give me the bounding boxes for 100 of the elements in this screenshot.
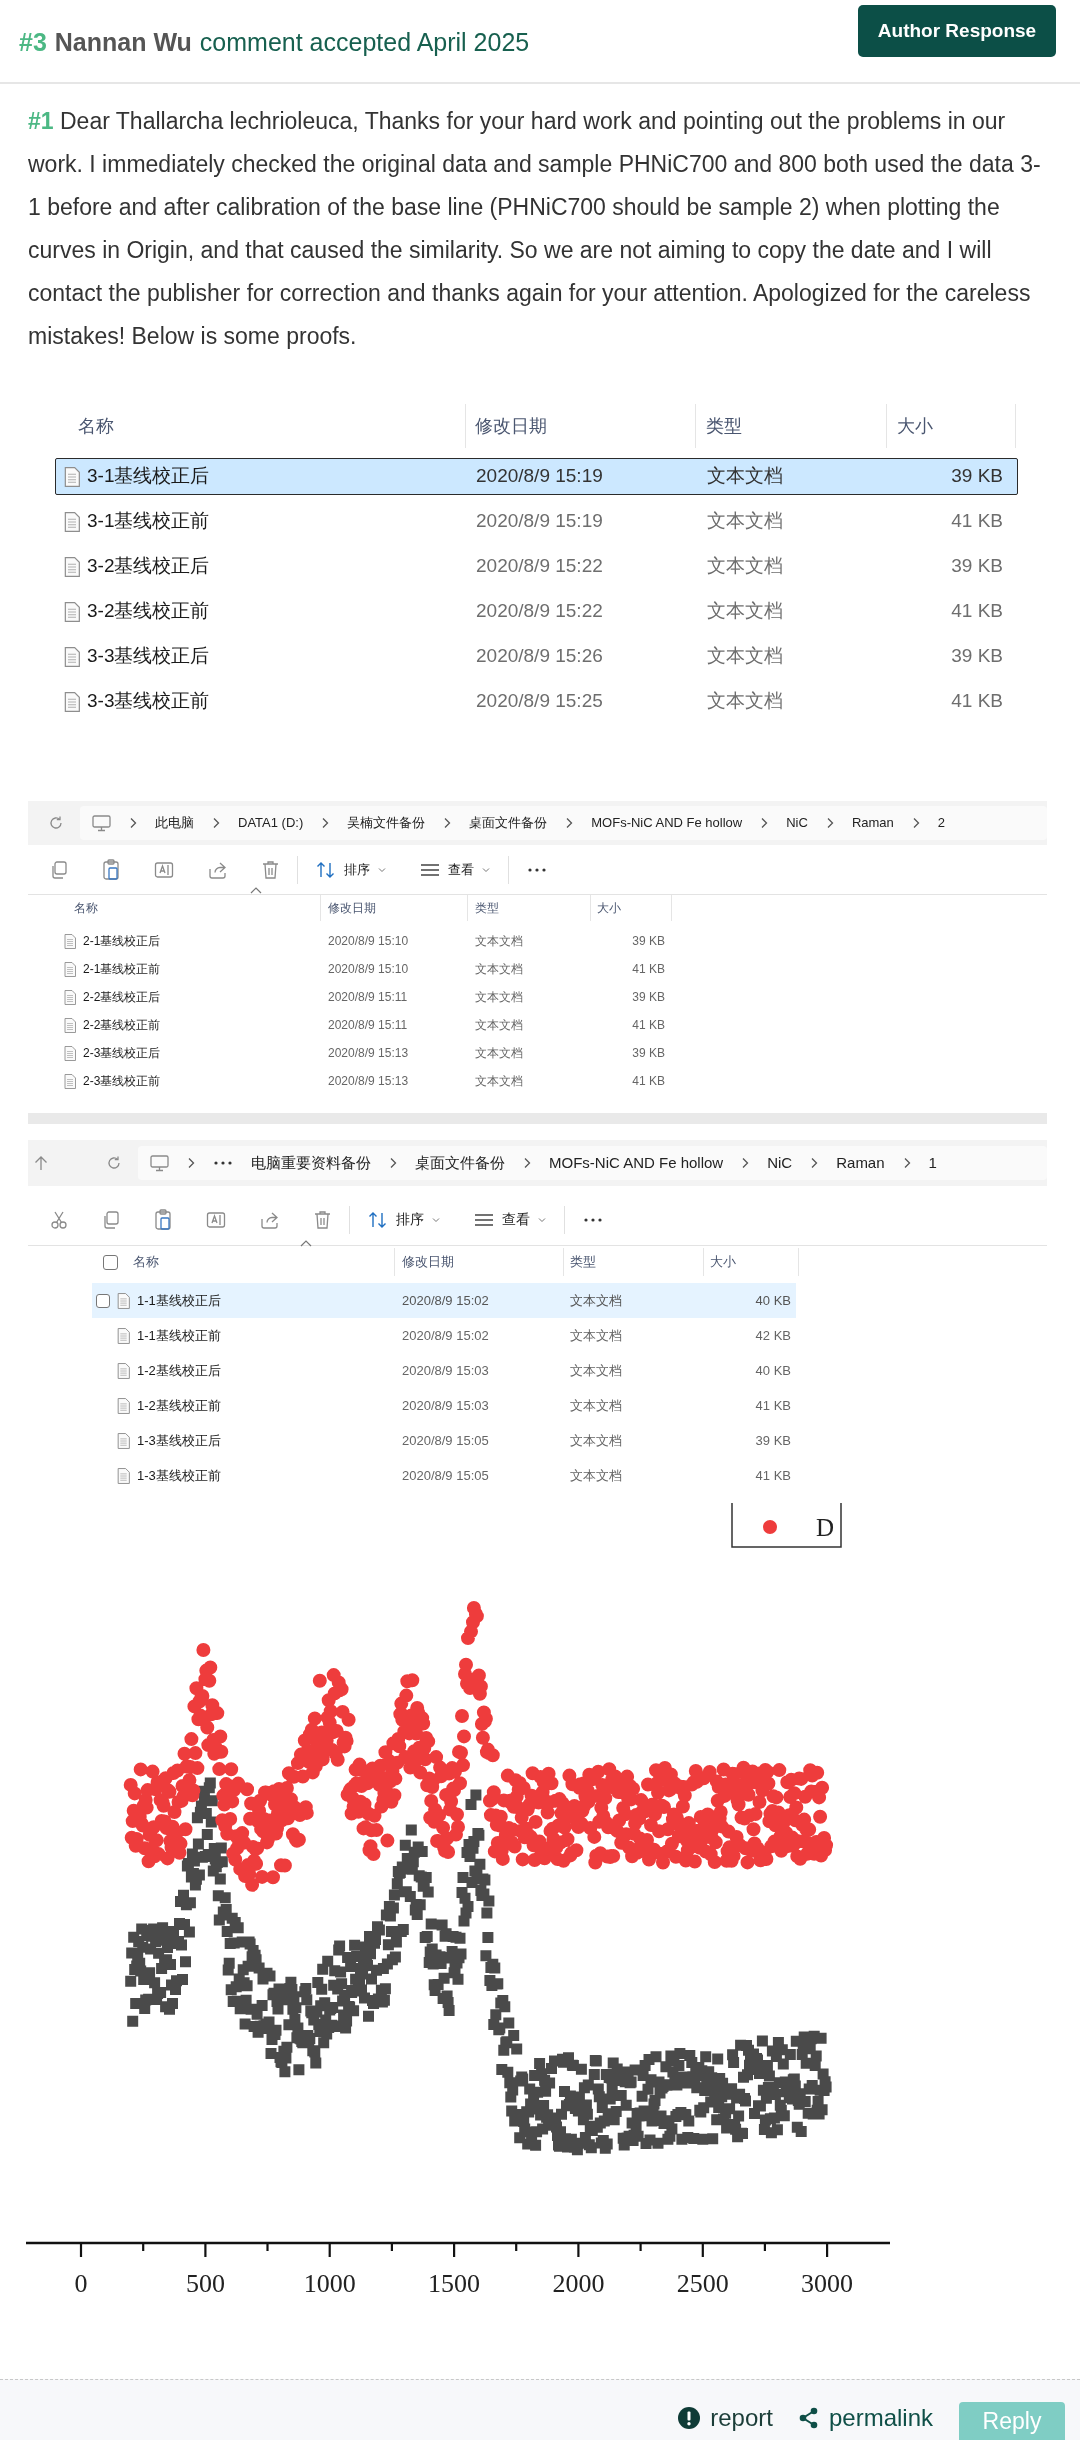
refresh-icon[interactable] [48, 815, 64, 831]
breadcrumb-item[interactable]: 电脑重要资料备份 [251, 1151, 371, 1175]
cut-icon[interactable] [50, 1209, 68, 1230]
sort-icon[interactable] [316, 860, 336, 879]
file-row[interactable]: 3-2基线校正后 2020/8/9 15:22 文本文档 39 KB [55, 548, 1018, 585]
rename-icon[interactable] [206, 1209, 226, 1230]
file-icon [64, 961, 76, 977]
breadcrumb-item[interactable]: 桌面文件备份 [415, 1151, 505, 1175]
select-all-checkbox[interactable] [103, 1254, 118, 1270]
file-date: 2020/8/9 15:19 [476, 464, 603, 489]
copy-icon[interactable] [102, 1209, 120, 1230]
more-icon[interactable] [213, 1160, 233, 1166]
more-icon[interactable] [583, 1216, 603, 1223]
breadcrumb-item[interactable]: 吴楠文件备份 [347, 813, 426, 833]
file-row[interactable]: 2-3基线校正前 2020/8/9 15:13 文本文档 41 KB [60, 1067, 672, 1095]
chevron-icon [760, 817, 769, 829]
delete-icon[interactable] [314, 1209, 331, 1230]
column-header[interactable]: 类型 [706, 412, 742, 440]
sort-button[interactable]: 排序 [316, 859, 386, 880]
column-header[interactable]: 修改日期 [328, 899, 376, 917]
breadcrumb-item[interactable]: Raman [851, 813, 894, 833]
report-link[interactable]: report [678, 2400, 773, 2436]
breadcrumb-item[interactable]: DATA1 (D:) [238, 813, 304, 833]
file-row[interactable]: 1-3基线校正后 2020/8/9 15:05 文本文档 39 KB [92, 1423, 796, 1458]
paste-icon[interactable] [102, 858, 120, 881]
column-header[interactable]: 大小 [710, 1252, 736, 1272]
sort-icon[interactable] [368, 1210, 388, 1229]
file-row[interactable]: 3-3基线校正前 2020/8/9 15:25 文本文档 41 KB [55, 683, 1018, 720]
sort-button[interactable]: 排序 [368, 1209, 440, 1230]
more-icon[interactable] [527, 866, 547, 873]
column-header[interactable]: 修改日期 [475, 412, 547, 440]
share-icon[interactable] [208, 860, 228, 879]
file-row[interactable]: 3-3基线校正后 2020/8/9 15:26 文本文档 39 KB [55, 638, 1018, 675]
copy-icon[interactable] [50, 859, 68, 880]
file-row[interactable]: 3-1基线校正前 2020/8/9 15:19 文本文档 41 KB [55, 503, 1018, 540]
file-row[interactable]: 1-3基线校正前 2020/8/9 15:05 文本文档 41 KB [92, 1458, 796, 1493]
column-header[interactable]: 类型 [570, 1252, 596, 1272]
file-row[interactable]: 2-1基线校正前 2020/8/9 15:10 文本文档 41 KB [60, 955, 672, 983]
view-button[interactable]: 查看 [474, 1209, 546, 1230]
column-header[interactable]: 名称 [74, 899, 98, 917]
file-size: 41 KB [632, 961, 665, 978]
rename-icon[interactable] [154, 859, 174, 880]
author-response-button[interactable]: Author Response [858, 5, 1056, 57]
file-row[interactable]: 1-1基线校正前 2020/8/9 15:02 文本文档 42 KB [92, 1318, 796, 1353]
file-size: 39 KB [632, 1045, 665, 1062]
axis-tick-label: 1500 [428, 2269, 481, 2298]
breadcrumb-item[interactable]: 1 [928, 1151, 937, 1175]
file-row[interactable]: 3-1基线校正后 2020/8/9 15:19 文本文档 39 KB [55, 458, 1018, 495]
column-header[interactable]: 修改日期 [402, 1252, 454, 1272]
file-row[interactable]: 2-2基线校正前 2020/8/9 15:11 文本文档 41 KB [60, 1011, 672, 1039]
breadcrumb-item[interactable]: NiC [786, 813, 808, 833]
view-icon[interactable] [474, 1212, 494, 1227]
file-name: 1-1基线校正前 [137, 1326, 221, 1345]
axis-tick-label: 500 [185, 2269, 225, 2298]
file-row[interactable]: 3-2基线校正前 2020/8/9 15:22 文本文档 41 KB [55, 593, 1018, 630]
computer-icon[interactable] [92, 814, 111, 832]
address-bar[interactable]: 电脑重要资料备份 桌面文件备份 MOFs-NiC AND Fe hollow NiC Raman 1 [138, 1146, 1047, 1180]
file-icon [117, 1397, 130, 1414]
file-date: 2020/8/9 15:11 [328, 1017, 408, 1034]
file-row[interactable]: 1-2基线校正后 2020/8/9 15:03 文本文档 40 KB [92, 1353, 796, 1388]
column-header[interactable]: 类型 [475, 899, 499, 917]
file-name: 2-2基线校正前 [83, 1017, 161, 1034]
file-date: 2020/8/9 15:25 [476, 689, 603, 714]
file-row[interactable]: 2-2基线校正后 2020/8/9 15:11 文本文档 39 KB [60, 983, 672, 1011]
file-size: 40 KB [755, 1291, 791, 1310]
breadcrumb-item[interactable]: 2 [937, 813, 946, 833]
refresh-icon[interactable] [106, 1155, 122, 1171]
file-name: 3-2基线校正前 [87, 599, 210, 624]
file-icon [64, 933, 76, 949]
computer-icon[interactable] [150, 1154, 169, 1172]
permalink-link[interactable]: permalink [798, 2400, 933, 2436]
row-checkbox[interactable] [96, 1293, 110, 1308]
author-name[interactable]: Nannan Wu [54, 24, 192, 62]
view-button[interactable]: 查看 [420, 859, 490, 880]
breadcrumb-item[interactable]: Raman [836, 1151, 885, 1175]
paste-icon[interactable] [154, 1208, 172, 1231]
column-header[interactable]: 名称 [133, 1252, 159, 1272]
address-bar[interactable]: 此电脑 DATA1 (D:) 吴楠文件备份 桌面文件备份 MOFs-NiC AND Fe hollow NiC Raman 2 [80, 806, 1047, 840]
file-type: 文本文档 [707, 509, 783, 534]
file-size: 39 KB [632, 933, 665, 950]
breadcrumb-item[interactable]: 此电脑 [155, 813, 194, 833]
breadcrumb-item[interactable]: MOFs-NiC AND Fe hollow [549, 1151, 724, 1175]
column-header[interactable]: 大小 [597, 899, 621, 917]
share-icon[interactable] [260, 1210, 280, 1229]
file-row[interactable]: 2-3基线校正后 2020/8/9 15:13 文本文档 39 KB [60, 1039, 672, 1067]
breadcrumb-item[interactable]: 桌面文件备份 [469, 813, 548, 833]
view-icon[interactable] [420, 862, 440, 877]
up-arrow-icon[interactable] [34, 1155, 48, 1171]
file-row[interactable]: 1-2基线校正前 2020/8/9 15:03 文本文档 41 KB [92, 1388, 796, 1423]
file-type: 文本文档 [475, 961, 523, 978]
file-size: 41 KB [951, 599, 1003, 624]
column-header[interactable]: 大小 [897, 412, 933, 440]
delete-icon[interactable] [262, 859, 279, 880]
breadcrumb-item[interactable]: MOFs-NiC AND Fe hollow [591, 813, 743, 833]
file-row[interactable]: 1-1基线校正后 2020/8/9 15:02 文本文档 40 KB [92, 1283, 796, 1318]
breadcrumb-item[interactable]: NiC [767, 1151, 793, 1175]
file-size: 41 KB [755, 1466, 791, 1485]
column-header[interactable]: 名称 [78, 412, 114, 440]
axis-tick-label: 2000 [552, 2269, 605, 2298]
file-row[interactable]: 2-1基线校正后 2020/8/9 15:10 文本文档 39 KB [60, 927, 672, 955]
